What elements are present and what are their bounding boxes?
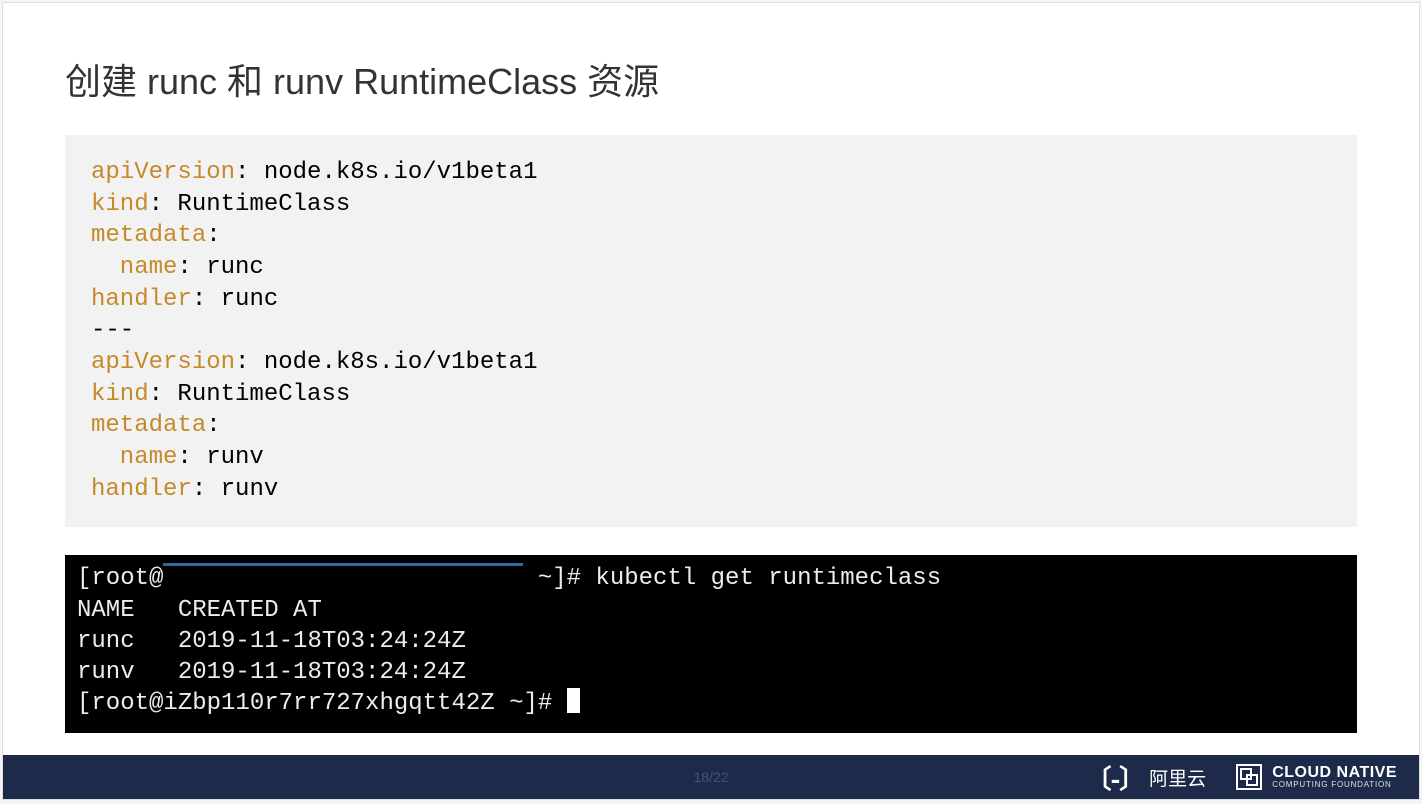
term-row: runc 2019-11-18T03:24:24Z — [77, 628, 466, 655]
yaml-code-block: apiVersion: node.k8s.io/v1beta1 kind: Ru… — [65, 135, 1357, 527]
alibaba-text: 阿里云 — [1149, 764, 1206, 791]
slide-title: 创建 runc 和 runv RuntimeClass 资源 — [3, 3, 1419, 105]
term-row: runv 2019-11-18T03:24:24Z — [77, 659, 466, 686]
yaml-value: : — [206, 222, 220, 249]
page-number: 18/22 — [693, 769, 728, 785]
terminal-output: [root@ ~]# kubectl get runtimeclass NAME… — [65, 555, 1357, 733]
yaml-key: kind — [91, 381, 149, 408]
yaml-value: : runv — [177, 444, 263, 471]
cncf-main-text: CLOUD NATIVE — [1272, 765, 1397, 781]
alibaba-cloud-logo: 〔-〕 阿里云 — [1086, 759, 1207, 796]
yaml-key: name — [91, 254, 177, 281]
redacted-hostname — [163, 563, 523, 589]
yaml-key: kind — [91, 191, 149, 218]
cncf-sub-text: COMPUTING FOUNDATION — [1272, 781, 1397, 789]
footer-logos: 〔-〕 阿里云 CLOUD NATIVE COMPUTING FOUNDATIO… — [1086, 759, 1397, 796]
alibaba-bracket-icon: 〔-〕 — [1086, 759, 1142, 796]
term-prompt-prefix: [root@ — [77, 565, 163, 592]
yaml-value: : — [206, 412, 220, 439]
yaml-value: : runc — [177, 254, 263, 281]
yaml-key: name — [91, 444, 177, 471]
yaml-value: : RuntimeClass — [149, 191, 351, 218]
yaml-key: handler — [91, 476, 192, 503]
cncf-text: CLOUD NATIVE COMPUTING FOUNDATION — [1272, 765, 1397, 789]
yaml-value: : node.k8s.io/v1beta1 — [235, 349, 537, 376]
yaml-value: : runv — [192, 476, 278, 503]
cncf-logo: CLOUD NATIVE COMPUTING FOUNDATION — [1236, 764, 1397, 790]
term-prompt: [root@iZbp110r7rr727xhgqtt42Z ~]# — [77, 690, 567, 717]
yaml-value: : runc — [192, 286, 278, 313]
term-header: NAME CREATED AT — [77, 597, 322, 624]
slide: 创建 runc 和 runv RuntimeClass 资源 apiVersio… — [2, 2, 1420, 800]
slide-footer: 18/22 〔-〕 阿里云 CLOUD NATIVE COMPUTING FOU… — [3, 755, 1419, 799]
yaml-separator: --- — [91, 317, 134, 344]
cncf-icon — [1236, 764, 1262, 790]
yaml-value: : RuntimeClass — [149, 381, 351, 408]
yaml-key: apiVersion — [91, 349, 235, 376]
yaml-key: metadata — [91, 412, 206, 439]
yaml-value: : node.k8s.io/v1beta1 — [235, 159, 537, 186]
yaml-key: metadata — [91, 222, 206, 249]
yaml-key: handler — [91, 286, 192, 313]
term-command: ~]# kubectl get runtimeclass — [523, 565, 941, 592]
yaml-key: apiVersion — [91, 159, 235, 186]
terminal-cursor-icon — [567, 688, 580, 713]
